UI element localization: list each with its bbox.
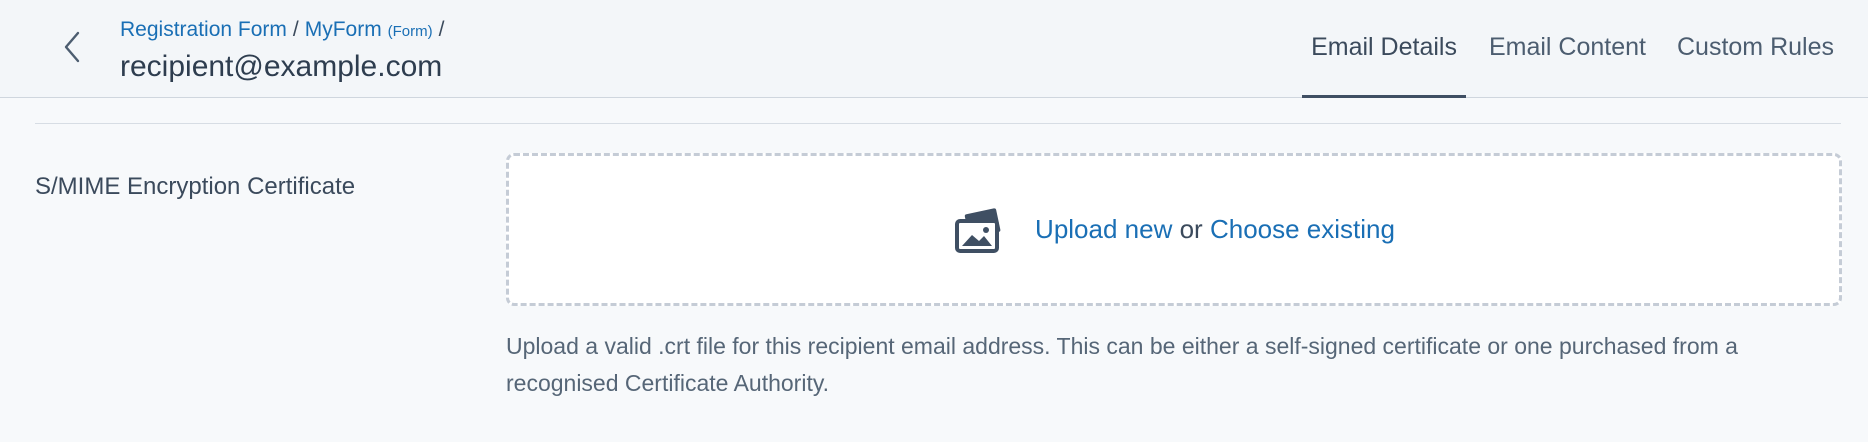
main-content: S/MIME Encryption Certificate Upload new… — [0, 98, 1868, 442]
tab-email-details[interactable]: Email Details — [1302, 0, 1466, 99]
tab-label: Custom Rules — [1677, 32, 1834, 61]
chevron-left-icon — [64, 31, 80, 63]
tab-email-content[interactable]: Email Content — [1466, 0, 1662, 98]
divider — [35, 123, 1841, 124]
page-title: recipient@example.com — [120, 50, 443, 83]
header: Registration Form / MyForm (Form) / recipie… — [0, 0, 1868, 99]
certificate-dropzone[interactable]: Upload new or Choose existing — [506, 153, 1842, 306]
choose-existing-link[interactable]: Choose existing — [1210, 214, 1395, 244]
dropzone-content: Upload new or Choose existing — [509, 156, 1839, 303]
breadcrumb: Registration Form / MyForm (Form) / — [120, 16, 450, 46]
tab-bar: Email Details Email Content Custom Rules — [1302, 0, 1868, 99]
breadcrumb-separator: / — [438, 18, 445, 41]
breadcrumb-link-registration-form[interactable]: Registration Form — [120, 18, 287, 41]
or-text: or — [1179, 214, 1203, 244]
tab-label: Email Content — [1488, 32, 1646, 61]
tab-label: Email Details — [1311, 32, 1457, 61]
tab-custom-rules[interactable]: Custom Rules — [1662, 0, 1868, 98]
certificate-help-text: Upload a valid .crt file for this recipi… — [506, 333, 1738, 396]
back-button[interactable] — [52, 22, 92, 72]
upload-new-link[interactable]: Upload new — [1035, 214, 1172, 244]
page: Registration Form / MyForm (Form) / recipie… — [0, 0, 1868, 442]
breadcrumb-link-myform[interactable]: MyForm (Form) — [305, 18, 433, 41]
dropzone-text: Upload new or Choose existing — [1035, 214, 1395, 245]
breadcrumb-myform-label: MyForm — [304, 18, 382, 41]
breadcrumb-myform-type: (Form) — [387, 23, 433, 40]
certificate-label: S/MIME Encryption Certificate — [35, 173, 356, 200]
breadcrumb-separator: / — [292, 18, 299, 41]
images-icon — [955, 207, 1001, 253]
